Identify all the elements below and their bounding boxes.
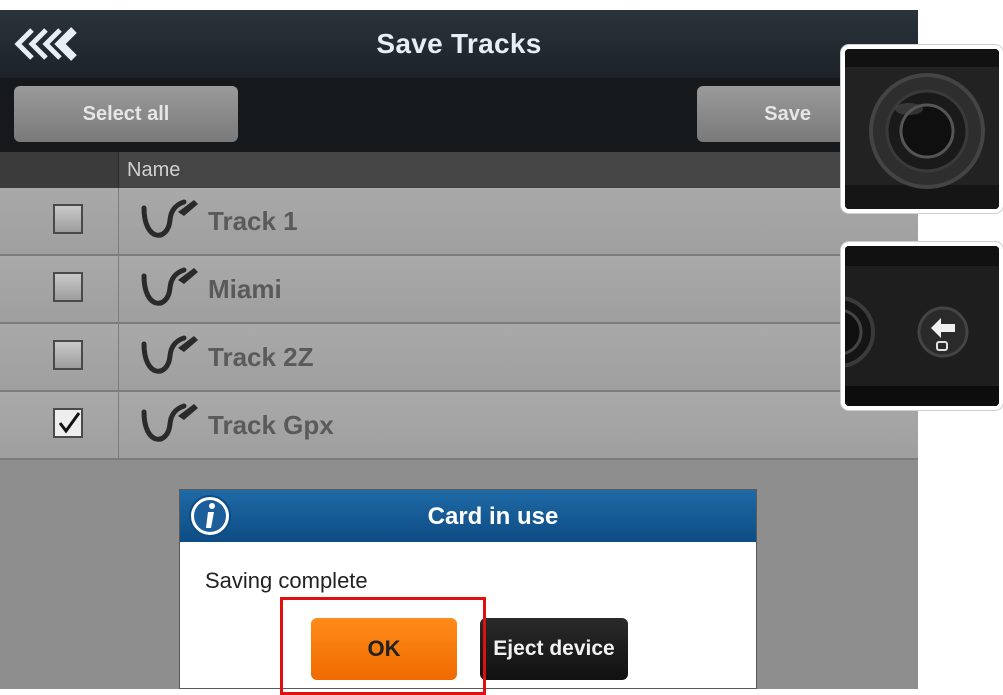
checkbox-cell (0, 256, 119, 322)
track-icon (141, 199, 198, 238)
column-header-name: Name (127, 159, 181, 181)
toolbar: Select all Save (0, 78, 918, 152)
back-button-photo (841, 242, 1003, 410)
track-icon (141, 267, 198, 306)
track-name: Miami (208, 274, 282, 304)
table-row[interactable]: Miami (0, 256, 918, 324)
row-checkbox[interactable] (53, 340, 83, 370)
rotary-joystick-icon (845, 49, 999, 209)
select-all-button[interactable]: Select all (14, 86, 238, 142)
save-label: Save (764, 102, 811, 125)
table-row[interactable]: Track 1 (0, 188, 918, 256)
ok-label: OK (367, 636, 401, 661)
track-icon (141, 403, 198, 442)
row-checkbox[interactable] (53, 204, 83, 234)
table-header: Name (0, 152, 918, 188)
checkbox-cell (0, 324, 119, 390)
checkmark-icon (58, 412, 81, 434)
title-bar: Save Tracks (0, 10, 918, 78)
track-name: Track 1 (208, 206, 298, 236)
dialog-header: Card in use (180, 490, 756, 542)
card-in-use-dialog: Card in use Saving complete OK Eject dev… (179, 489, 757, 689)
checkbox-cell (0, 392, 119, 458)
table-row[interactable]: Track Gpx (0, 392, 918, 460)
rotary-joystick-photo (841, 45, 1003, 213)
select-all-label: Select all (82, 102, 170, 125)
dialog-title: Card in use (427, 503, 559, 530)
track-name: Track Gpx (208, 410, 334, 440)
table-row[interactable]: Track 2Z (0, 324, 918, 392)
track-icon (141, 335, 198, 374)
back-button-hardware-icon (845, 246, 999, 406)
eject-label: Eject device (493, 637, 615, 660)
row-checkbox[interactable] (53, 272, 83, 302)
track-name: Track 2Z (208, 342, 314, 372)
checkbox-cell (0, 188, 119, 254)
row-checkbox-checked[interactable] (53, 408, 83, 438)
ok-button[interactable]: OK (311, 618, 457, 680)
eject-device-button[interactable]: Eject device (480, 618, 628, 680)
checkbox-column-header (0, 152, 119, 188)
page-title: Save Tracks (376, 28, 542, 59)
dialog-message: Saving complete (205, 568, 368, 593)
